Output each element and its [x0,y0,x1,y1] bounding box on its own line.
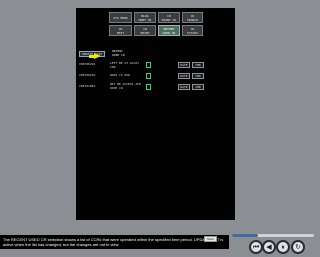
tab-bldg-mgmt[interactable]: BLDG MGMT CR [134,12,156,23]
list-header: RECENT USED CR [112,49,125,57]
back-icon[interactable]: ◀ [262,240,276,254]
tab-maint[interactable]: CR MAINT CR [158,12,180,23]
tab-edit[interactable]: CR EDIT [109,25,132,36]
row-description: WAR3 CS PAR [110,73,130,77]
row-description: LEFT BE AT ACC01 CR8 [110,61,139,69]
row-date-button[interactable]: DATE [178,73,190,79]
caption-bar: The RECENT USED CR selection shows a lis… [0,235,229,249]
replay-icon[interactable]: ↻ [291,240,305,254]
tab-print[interactable]: CR PRINT [134,25,156,36]
row-cmd-button[interactable]: CMD [192,73,204,79]
rewind-icon[interactable]: ⏮ [249,240,263,254]
mute-button[interactable]: Mute [204,236,217,242]
tab-status[interactable]: CR STATUS [182,25,203,36]
row-checkbox[interactable] [146,73,151,79]
row-cmd-button[interactable]: CMD [192,84,204,90]
tab-search[interactable]: CR SEARCH [182,12,203,23]
row-cr-number: CR0700216 [79,62,96,66]
row-description: NIT BE ACCESS IFR USED CR [110,82,141,90]
tab-sys-menu[interactable]: SYS MENU [109,12,132,23]
row-checkbox[interactable] [146,84,151,90]
pointer-arrow-icon [94,53,101,59]
caption-text: The RECENT USED CR selection shows a lis… [3,237,224,247]
row-cmd-button[interactable]: CMD [192,62,204,68]
row-checkbox[interactable] [146,62,151,68]
row-cr-number: CR0700216 [79,73,96,77]
row-cr-number: CR0701081 [79,84,96,88]
pause-icon[interactable]: ⏸ [276,240,290,254]
row-date-button[interactable]: DATE [178,84,190,90]
tab-recent-used-cr[interactable]: RECENT USED CR [158,25,180,36]
row-date-button[interactable]: DATE [178,62,190,68]
terminal-panel [76,8,235,220]
progress-fill [232,234,259,237]
